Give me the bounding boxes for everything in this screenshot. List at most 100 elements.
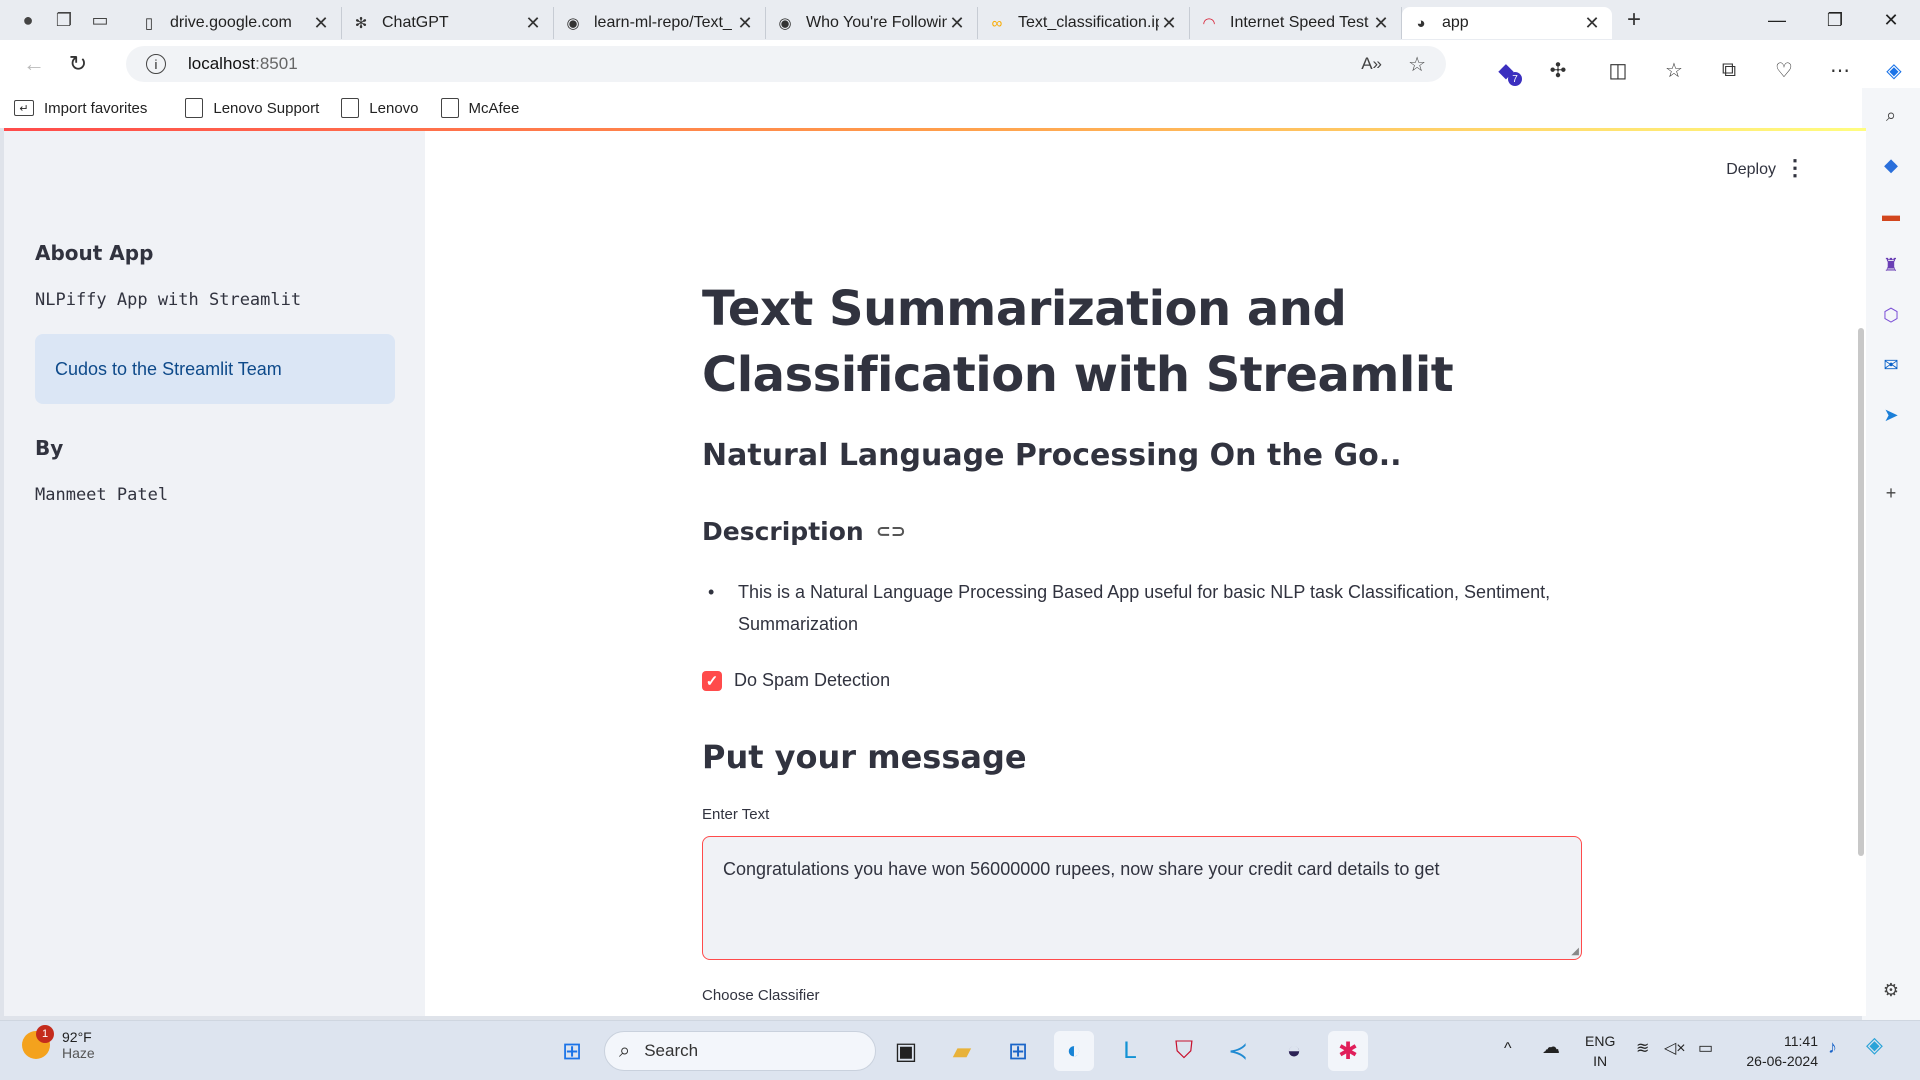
weather-widget[interactable]: 1 92°F Haze — [22, 1025, 95, 1061]
close-tab-icon[interactable]: ✕ — [1159, 13, 1179, 34]
favorite-import[interactable]: ↵ Import favorites — [14, 100, 147, 117]
description-heading: Description ⊂⊃ — [702, 517, 906, 546]
wifi-icon[interactable]: ≋ — [1636, 1039, 1649, 1059]
microsoft365-icon[interactable]: ⬡ — [1879, 303, 1903, 327]
bullet-icon: • — [708, 582, 715, 602]
outlook-icon[interactable]: ✉ — [1879, 353, 1903, 377]
github-icon: ◉ — [566, 15, 580, 32]
workspaces-icon[interactable]: ❐ — [46, 0, 82, 40]
tab-drive[interactable]: ▯ drive.google.com ✕ — [130, 7, 342, 39]
close-tab-icon[interactable]: ✕ — [947, 13, 967, 34]
onedrive-icon[interactable]: ☁ — [1542, 1037, 1560, 1057]
mcafee-icon[interactable]: ⛉ — [1164, 1031, 1204, 1071]
vscode-icon[interactable]: ≺ — [1218, 1031, 1258, 1071]
resize-handle-icon[interactable]: ◢ — [1571, 946, 1579, 957]
close-window-button[interactable]: ✕ — [1862, 0, 1920, 40]
back-button[interactable]: ← — [12, 40, 56, 88]
lenovo-vantage-icon[interactable]: L — [1110, 1031, 1150, 1071]
close-tab-icon[interactable]: ✕ — [735, 13, 755, 34]
windows-start-icon[interactable]: ⊞ — [552, 1031, 592, 1071]
close-tab-icon[interactable]: ✕ — [523, 13, 543, 34]
add-sidebar-app-icon[interactable]: + — [1879, 481, 1903, 505]
page-subtitle: Natural Language Processing On the Go.. — [702, 438, 1402, 473]
page-title: Text Summarization and Classification wi… — [702, 281, 1454, 403]
close-tab-icon[interactable]: ✕ — [1582, 13, 1602, 34]
language-indicator[interactable]: ENG IN — [1585, 1031, 1615, 1071]
app-main: Deploy ⋮ Text Summarization and Classifi… — [425, 131, 1866, 1016]
search-icon[interactable]: ⌕ — [1879, 103, 1903, 127]
copilot-taskbar-icon[interactable]: ◈ — [1866, 1034, 1883, 1056]
battery-icon[interactable]: ▭ — [1698, 1039, 1713, 1059]
message-textarea[interactable]: Congratulations you have won 56000000 ru… — [702, 836, 1582, 960]
new-tab-button[interactable]: + — [1612, 0, 1656, 40]
tab-github-repo[interactable]: ◉ learn-ml-repo/Text_ ✕ — [554, 7, 766, 39]
send-icon[interactable]: ➤ — [1879, 403, 1903, 427]
shopping-tag-icon[interactable]: ◆ — [1879, 153, 1903, 177]
info-alert: Cudos to the Streamlit Team — [35, 334, 395, 404]
close-tab-icon[interactable]: ✕ — [311, 13, 331, 34]
taskbar-search[interactable]: ⌕ Search — [604, 1031, 876, 1071]
read-aloud-icon[interactable]: A» — [1361, 54, 1382, 74]
choose-classifier-label: Choose Classifier — [702, 987, 820, 1004]
page-scrollbar[interactable] — [1858, 328, 1864, 856]
games-icon[interactable]: ♜ — [1879, 253, 1903, 277]
more-menu-icon[interactable]: ⋯ — [1822, 52, 1858, 88]
split-screen-icon[interactable]: ◫ — [1600, 52, 1636, 88]
vertical-tabs-icon[interactable]: ▭ — [82, 0, 118, 40]
refresh-button[interactable]: ↻ — [56, 40, 100, 88]
tab-colab[interactable]: ∞ Text_classification.ip ✕ — [978, 7, 1190, 39]
extensions-icon[interactable]: ✣ — [1540, 52, 1576, 88]
url-field[interactable]: i localhost:8501 A» ☆ — [126, 46, 1446, 82]
anchor-link-icon[interactable]: ⊂⊃ — [876, 521, 906, 542]
site-info-icon[interactable]: i — [146, 54, 166, 74]
volume-muted-icon[interactable]: ◁× — [1664, 1039, 1686, 1059]
tools-briefcase-icon[interactable]: ▬ — [1879, 203, 1903, 227]
task-view-icon[interactable]: ▣ — [886, 1031, 926, 1071]
streamlit-app: About App NLPiffy App with Streamlit Cud… — [4, 128, 1866, 1016]
favorite-mcafee[interactable]: McAfee — [440, 98, 519, 118]
tab-github-following[interactable]: ◉ Who You're Followin ✕ — [766, 7, 978, 39]
favorite-lenovo[interactable]: Lenovo — [341, 98, 419, 118]
page-icon — [440, 98, 459, 118]
deploy-button[interactable]: Deploy — [1726, 161, 1776, 179]
minimize-button[interactable]: — — [1748, 0, 1806, 40]
restore-button[interactable]: ❐ — [1806, 0, 1864, 40]
collections-icon[interactable]: ⧉ — [1711, 52, 1747, 88]
copilot-icon[interactable]: ◈ — [1876, 52, 1912, 88]
browser-essentials-icon[interactable]: ♡ — [1766, 52, 1802, 88]
extension-badge-icon[interactable]: ◆ 7 — [1488, 52, 1524, 88]
app-sidebar: About App NLPiffy App with Streamlit Cud… — [4, 131, 425, 1016]
clock[interactable]: 11:41 26-06-2024 — [1738, 1031, 1818, 1071]
profile-icon[interactable]: ● — [10, 0, 46, 40]
colab-icon: ∞ — [991, 14, 1003, 32]
checkmark-icon[interactable]: ✓ — [702, 670, 722, 691]
tab-speedtest[interactable]: ◠ Internet Speed Test ✕ — [1190, 7, 1402, 39]
search-icon: ⌕ — [619, 1039, 631, 1062]
weather-temp: 92°F — [62, 1029, 92, 1045]
about-text: NLPiffy App with Streamlit — [35, 290, 302, 310]
about-heading: About App — [35, 241, 154, 265]
edge-sidebar: ⌕ ◆ ▬ ♜ ⬡ ✉ ➤ + ⚙ — [1862, 88, 1920, 1020]
spam-detection-checkbox[interactable]: ✓ Do Spam Detection — [702, 670, 890, 691]
favorite-star-icon[interactable]: ☆ — [1408, 52, 1426, 77]
favorite-lenovo-support[interactable]: Lenovo Support — [185, 98, 319, 118]
file-explorer-icon[interactable]: ▰ — [942, 1031, 982, 1071]
eclipse-icon[interactable]: ◒ — [1274, 1031, 1314, 1071]
notification-badge: 1 — [36, 1025, 54, 1043]
tab-app[interactable]: ◕ app ✕ — [1402, 7, 1612, 39]
favorites-icon[interactable]: ☆ — [1656, 52, 1692, 88]
microsoft-store-icon[interactable]: ⊞ — [998, 1031, 1038, 1071]
by-heading: By — [35, 436, 64, 460]
show-hidden-icons[interactable]: ^ — [1504, 1039, 1512, 1059]
tab-chatgpt[interactable]: ✻ ChatGPT ✕ — [342, 7, 554, 39]
slack-icon[interactable]: ✱ — [1328, 1031, 1368, 1071]
import-icon: ↵ — [14, 100, 34, 116]
windows-taskbar: 1 92°F Haze ⊞ ⌕ Search ▣ ▰ ⊞ ◐ L ⛉ ≺ ◒ ✱… — [0, 1020, 1920, 1080]
message-heading: Put your message — [702, 738, 1027, 776]
main-menu-icon[interactable]: ⋮ — [1784, 155, 1806, 181]
settings-gear-icon[interactable]: ⚙ — [1879, 978, 1903, 1002]
edge-browser-icon[interactable]: ◐ — [1054, 1031, 1094, 1071]
notification-bell-icon[interactable]: ♪ — [1828, 1037, 1837, 1057]
description-list-item: • This is a Natural Language Processing … — [702, 576, 1582, 640]
close-tab-icon[interactable]: ✕ — [1371, 13, 1391, 34]
